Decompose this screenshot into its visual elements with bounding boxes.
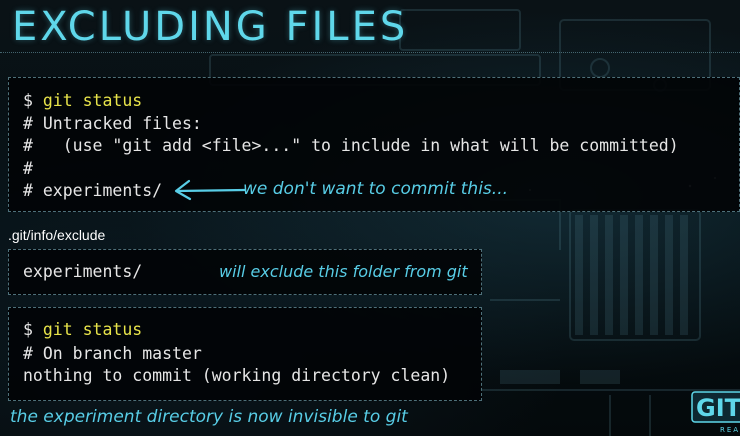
output-line: # (use "git add <file>..." to include in… [23, 136, 679, 155]
arrow-left-icon [174, 179, 247, 201]
git-command: git status [42, 320, 143, 339]
output-line: # Untracked files: [23, 114, 202, 133]
exclude-file-path: .git/info/exclude [8, 227, 106, 243]
git-status-command-line: $ git status [23, 90, 142, 113]
output-line: # [23, 159, 33, 178]
git-status-clean-panel: $ git status # On branch master nothing … [8, 307, 482, 401]
git-status-command-line: $ git status [23, 319, 142, 342]
annotation-note: we don't want to commit this... [243, 179, 509, 199]
annotation-note: will exclude this folder from git [219, 262, 468, 281]
slide-title: EXCLUDING FILES [12, 4, 409, 50]
logo-text: GIT [696, 394, 740, 422]
logo-graphic: GIT REA [691, 391, 740, 434]
prompt-symbol: $ [23, 320, 43, 339]
output-line: nothing to commit (working directory cle… [23, 366, 451, 385]
logo-subtext: REA [720, 426, 740, 434]
exclude-entry: experiments/ [23, 262, 143, 281]
git-status-untracked-panel: $ git status # Untracked files: # (use "… [8, 77, 740, 212]
footer-note: the experiment directory is now invisibl… [10, 407, 408, 427]
git-command: git status [42, 91, 143, 110]
exclude-file-panel: experiments/ will exclude this folder fr… [8, 249, 482, 295]
output-line: # On branch master [23, 344, 202, 363]
git-logo: GIT REA [690, 388, 740, 436]
title-divider [0, 52, 740, 53]
slide: EXCLUDING FILES $ git status # Untracked… [0, 0, 740, 436]
output-line: # experiments/ [23, 181, 163, 200]
prompt-symbol: $ [23, 91, 43, 110]
